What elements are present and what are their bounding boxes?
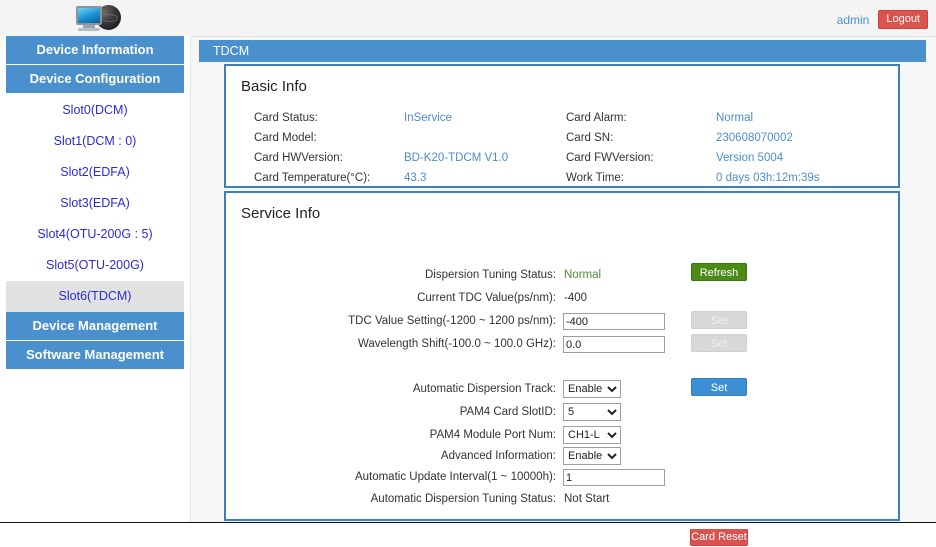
sidebar-item-device-information[interactable]: Device Information xyxy=(6,36,184,64)
automatic-dispersion-track-select[interactable]: EnableDisable xyxy=(563,380,621,398)
basic-info-row: Card Status: InService xyxy=(254,108,508,128)
sidebar-item-device-configuration[interactable]: Device Configuration xyxy=(6,65,184,93)
card-fwversion-label: Card FWVersion: xyxy=(566,152,654,164)
sidebar: Device Information Device Configuration … xyxy=(0,36,191,522)
basic-info-row: Card SN: 230608070002 xyxy=(566,128,820,148)
globe-ring-shape xyxy=(101,14,118,22)
content-area: TDCM Basic Info Card Status: InService Ca… xyxy=(199,36,926,546)
current-tdc-value-value: -400 xyxy=(564,292,588,304)
pam4-card-slotid-row: PAM4 Card SlotID: 0123456 xyxy=(226,402,898,423)
sidebar-item-slot5[interactable]: Slot5(OTU-200G) xyxy=(6,250,184,281)
card-temperature-value: 43.3 xyxy=(404,172,427,184)
automatic-dispersion-track-label: Automatic Dispersion Track: xyxy=(412,383,556,395)
advanced-information-row: Advanced Information: EnableDisable xyxy=(226,446,898,467)
automatic-update-interval-row: Automatic Update Interval(1 ~ 10000h): xyxy=(226,467,898,488)
dispersion-tuning-status-value: Normal xyxy=(564,269,602,281)
pam4-module-port-num-label: PAM4 Module Port Num: xyxy=(429,429,556,441)
sidebar-item-slot3[interactable]: Slot3(EDFA) xyxy=(6,188,184,219)
user-area: admin Logout xyxy=(837,10,928,29)
card-status-value: InService xyxy=(404,112,452,124)
automatic-dispersion-track-row: Automatic Dispersion Track: EnableDisabl… xyxy=(226,379,898,400)
card-sn-label: Card SN: xyxy=(566,132,614,144)
wavelength-shift-input[interactable] xyxy=(563,336,665,353)
basic-info-panel: Basic Info Card Status: InService Card Mo… xyxy=(224,64,900,188)
automatic-dispersion-tuning-status-label: Automatic Dispersion Tuning Status: xyxy=(370,493,556,505)
card-sn-value: 230608070002 xyxy=(716,132,793,144)
wavelength-shift-row: Wavelength Shift(-100.0 ~ 100.0 GHz): xyxy=(226,334,898,355)
service-info-panel: Service Info Dispersion Tuning Status: N… xyxy=(224,191,900,546)
service-info-title: Service Info xyxy=(241,205,321,222)
wavelength-shift-label: Wavelength Shift(-100.0 ~ 100.0 GHz): xyxy=(357,338,556,350)
basic-info-left-column: Card Status: InService Card Model: Card H… xyxy=(254,108,508,188)
basic-info-row: Card FWVersion: Version 5004 xyxy=(566,148,820,168)
basic-info-row: Card Alarm: Normal xyxy=(566,108,820,128)
sidebar-item-device-management[interactable]: Device Management xyxy=(6,312,184,340)
card-alarm-value: Normal xyxy=(716,112,754,124)
pam4-card-slotid-select[interactable]: 0123456 xyxy=(563,403,621,421)
logout-button[interactable]: Logout xyxy=(878,10,928,29)
sidebar-item-slot6[interactable]: Slot6(TDCM) xyxy=(6,281,184,312)
top-header: admin Logout xyxy=(0,0,936,37)
work-time-label: Work Time: xyxy=(566,172,624,184)
dispersion-tuning-status-label: Dispersion Tuning Status: xyxy=(424,269,556,281)
sidebar-item-slot2[interactable]: Slot2(EDFA) xyxy=(6,157,184,188)
automatic-update-interval-label: Automatic Update Interval(1 ~ 10000h): xyxy=(354,471,556,483)
sidebar-item-slot1[interactable]: Slot1(DCM : 0) xyxy=(6,126,184,157)
card-temperature-label: Card Temperature(°C): xyxy=(254,172,371,184)
monitor-globe-icon xyxy=(72,3,128,34)
work-time-value: 0 days 03h:12m:39s xyxy=(716,172,820,184)
dispersion-tuning-status-row: Dispersion Tuning Status: Normal xyxy=(226,265,898,286)
monitor-screen-shape xyxy=(76,6,102,25)
automatic-dispersion-tuning-status-row: Automatic Dispersion Tuning Status: Not … xyxy=(226,489,898,510)
card-hwversion-value: BD-K20-TDCM V1.0 xyxy=(404,152,509,164)
card-status-label: Card Status: xyxy=(254,112,318,124)
card-fwversion-value: Version 5004 xyxy=(716,152,784,164)
current-tdc-value-row: Current TDC Value(ps/nm): -400 xyxy=(226,288,898,309)
basic-info-right-column: Card Alarm: Normal Card SN: 230608070002 C… xyxy=(566,108,820,188)
automatic-dispersion-tuning-status-value: Not Start xyxy=(564,493,610,505)
tdc-value-setting-label: TDC Value Setting(-1200 ~ 1200 ps/nm): xyxy=(348,315,556,327)
monitor-base-shape xyxy=(78,28,100,31)
advanced-information-label: Advanced Information: xyxy=(440,450,556,462)
card-alarm-label: Card Alarm: xyxy=(566,112,627,124)
basic-info-row: Card Temperature(°C): 43.3 xyxy=(254,168,508,188)
tab-tdcm[interactable]: TDCM xyxy=(213,44,249,58)
basic-info-title: Basic Info xyxy=(241,78,307,95)
card-model-label: Card Model: xyxy=(254,132,317,144)
automatic-update-interval-input[interactable] xyxy=(563,469,665,486)
card-hwversion-label: Card HWVersion: xyxy=(254,152,343,164)
set-wavelength-shift-button[interactable]: Set xyxy=(691,334,747,352)
basic-info-row: Card Model: xyxy=(254,128,508,148)
tab-bar: TDCM xyxy=(199,40,926,62)
sidebar-item-slot0[interactable]: Slot0(DCM) xyxy=(6,95,184,126)
pam4-card-slotid-label: PAM4 Card SlotID: xyxy=(459,406,556,418)
set-tdc-value-button[interactable]: Set xyxy=(691,311,747,329)
tdc-value-setting-input[interactable] xyxy=(563,313,665,330)
tdc-value-setting-row: TDC Value Setting(-1200 ~ 1200 ps/nm): xyxy=(226,311,898,332)
advanced-information-select[interactable]: EnableDisable xyxy=(563,447,621,465)
admin-username: admin xyxy=(836,12,870,27)
refresh-button[interactable]: Refresh xyxy=(691,263,747,281)
current-tdc-value-label: Current TDC Value(ps/nm): xyxy=(417,292,556,304)
basic-info-row: Card HWVersion: BD-K20-TDCM V1.0 xyxy=(254,148,508,168)
pam4-module-port-num-select[interactable]: CH1-LCH1-RCH2-LCH2-R xyxy=(563,426,621,444)
basic-info-row: Work Time: 0 days 03h:12m:39s xyxy=(566,168,820,188)
card-reset-button[interactable]: Card Reset xyxy=(690,527,748,546)
pam4-module-port-num-row: PAM4 Module Port Num: CH1-LCH1-RCH2-LCH2… xyxy=(226,425,898,446)
sidebar-item-slot4[interactable]: Slot4(OTU-200G : 5) xyxy=(6,219,184,250)
set-automatic-settings-button[interactable]: Set xyxy=(691,378,747,396)
sidebar-item-software-management[interactable]: Software Management xyxy=(6,341,184,369)
